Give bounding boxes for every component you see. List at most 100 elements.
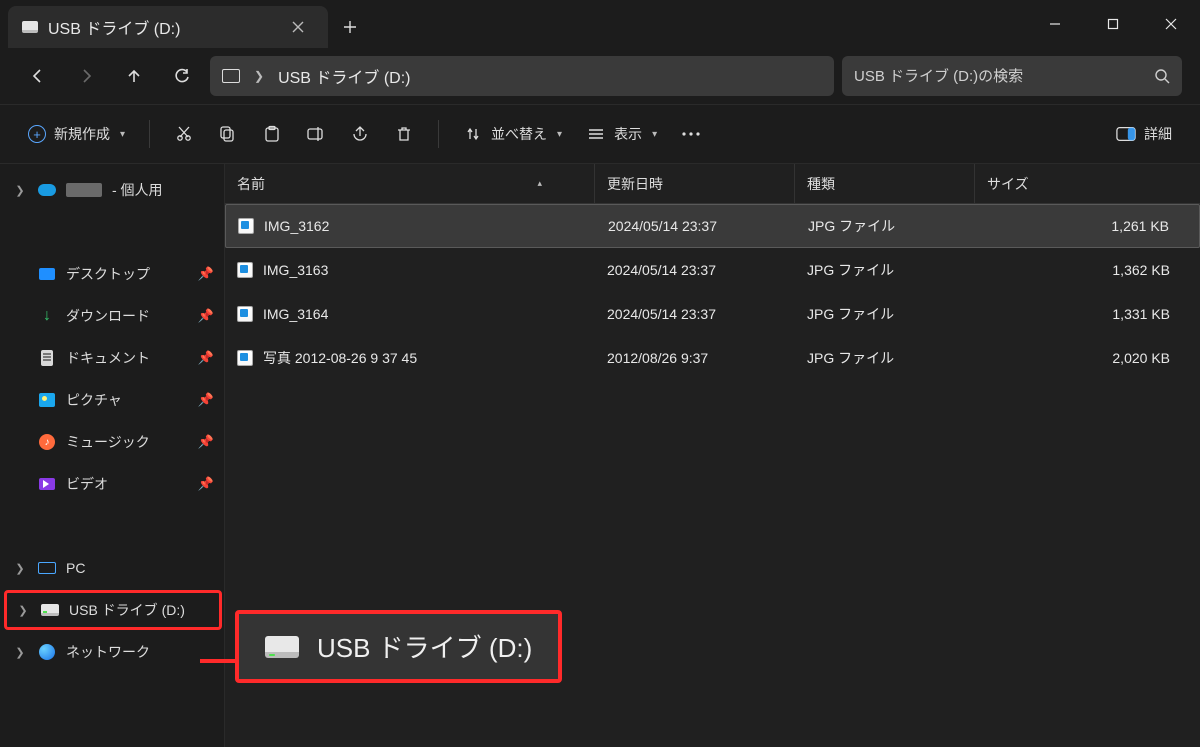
file-name: IMG_3164 bbox=[263, 306, 328, 322]
nav-row: ❯ USB ドライブ (D:) bbox=[0, 48, 1200, 104]
document-icon bbox=[38, 349, 56, 367]
chevron-down-icon: ▾ bbox=[652, 129, 657, 140]
sidebar-item-network[interactable]: ❯ ネットワーク bbox=[4, 632, 222, 672]
jpg-file-icon bbox=[237, 306, 253, 322]
view-button[interactable]: 表示 ▾ bbox=[576, 114, 667, 154]
sidebar-item-label: ドキュメント bbox=[66, 348, 150, 368]
sidebar-item-label: ミュージック bbox=[66, 432, 150, 452]
details-label: 詳細 bbox=[1144, 124, 1172, 144]
details-pane-button[interactable]: 詳細 bbox=[1106, 114, 1182, 154]
pin-icon: 📌 bbox=[198, 350, 214, 366]
pin-icon: 📌 bbox=[198, 476, 214, 492]
trash-icon bbox=[394, 124, 414, 144]
cell-modified: 2024/05/14 23:37 bbox=[596, 218, 796, 234]
close-icon bbox=[292, 21, 304, 33]
file-row[interactable]: IMG_31622024/05/14 23:37JPG ファイル1,261 KB bbox=[225, 204, 1200, 248]
new-button[interactable]: + 新規作成 ▾ bbox=[18, 114, 135, 154]
more-button[interactable] bbox=[671, 114, 711, 154]
pin-icon: 📌 bbox=[198, 392, 214, 408]
sidebar-item-pc[interactable]: ❯ PC bbox=[4, 548, 222, 588]
delete-button[interactable] bbox=[384, 114, 424, 154]
separator bbox=[149, 120, 150, 148]
file-list[interactable]: IMG_31622024/05/14 23:37JPG ファイル1,261 KB… bbox=[225, 204, 1200, 747]
search-input[interactable] bbox=[854, 68, 1144, 85]
sidebar-item-documents[interactable]: ドキュメント 📌 bbox=[4, 338, 222, 378]
rename-button[interactable] bbox=[296, 114, 336, 154]
cell-size: 1,261 KB bbox=[976, 218, 1199, 234]
cell-size: 1,331 KB bbox=[975, 306, 1200, 322]
close-window-button[interactable] bbox=[1142, 0, 1200, 48]
cell-type: JPG ファイル bbox=[796, 216, 976, 236]
toolbar: + 新規作成 ▾ 並べ替え ▾ 表示 ▾ 詳細 bbox=[0, 104, 1200, 164]
plus-icon bbox=[343, 20, 357, 34]
chevron-right-icon: ❯ bbox=[12, 562, 28, 575]
pin-icon: 📌 bbox=[198, 308, 214, 324]
sidebar-item-pictures[interactable]: ピクチャ 📌 bbox=[4, 380, 222, 420]
cell-modified: 2024/05/14 23:37 bbox=[595, 306, 795, 322]
sidebar-item-music[interactable]: ♪ ミュージック 📌 bbox=[4, 422, 222, 462]
refresh-button[interactable] bbox=[162, 56, 202, 96]
file-row[interactable]: 写真 2012-08-26 9 37 452012/08/26 9:37JPG … bbox=[225, 336, 1200, 380]
view-icon bbox=[586, 124, 606, 144]
cell-name: IMG_3162 bbox=[226, 218, 596, 234]
close-icon bbox=[1165, 18, 1177, 30]
cell-modified: 2024/05/14 23:37 bbox=[595, 262, 795, 278]
paste-button[interactable] bbox=[252, 114, 292, 154]
forward-button[interactable] bbox=[66, 56, 106, 96]
new-label: 新規作成 bbox=[54, 124, 110, 144]
sidebar-item-label: ネットワーク bbox=[66, 642, 150, 662]
search-box[interactable] bbox=[842, 56, 1182, 96]
file-row[interactable]: IMG_3163 2024/05/14 23:37JPG ファイル1,362 KB bbox=[225, 248, 1200, 292]
tab-current[interactable]: USB ドライブ (D:) bbox=[8, 6, 328, 48]
jpg-file-icon bbox=[237, 350, 253, 366]
pin-icon: 📌 bbox=[198, 434, 214, 450]
copy-button[interactable] bbox=[208, 114, 248, 154]
chevron-right-icon: ❯ bbox=[12, 184, 28, 197]
sort-button[interactable]: 並べ替え ▾ bbox=[453, 114, 572, 154]
tab-close-button[interactable] bbox=[282, 11, 314, 43]
col-type[interactable]: 種類 bbox=[795, 164, 975, 203]
music-icon: ♪ bbox=[38, 433, 56, 451]
col-size[interactable]: サイズ bbox=[975, 164, 1200, 203]
pictures-icon bbox=[38, 391, 56, 409]
sidebar-item-usb-drive[interactable]: ❯ USB ドライブ (D:) bbox=[4, 590, 222, 630]
breadcrumb-label: USB ドライブ (D:) bbox=[278, 64, 410, 88]
jpg-file-icon bbox=[238, 218, 254, 234]
chevron-right-icon: ❯ bbox=[254, 69, 264, 83]
file-name: IMG_3163 bbox=[263, 262, 328, 278]
video-icon bbox=[38, 475, 56, 493]
jpg-file-icon bbox=[237, 262, 253, 278]
sort-icon bbox=[463, 124, 483, 144]
sidebar-item-onedrive[interactable]: ❯ - 個人用 bbox=[4, 170, 222, 210]
cut-button[interactable] bbox=[164, 114, 204, 154]
redacted-name bbox=[66, 183, 102, 197]
sidebar-item-desktop[interactable]: デスクトップ 📌 bbox=[4, 254, 222, 294]
up-button[interactable] bbox=[114, 56, 154, 96]
arrow-up-icon bbox=[125, 67, 143, 85]
sidebar-item-label: ピクチャ bbox=[66, 390, 122, 410]
drive-icon bbox=[41, 601, 59, 619]
sidebar-item-videos[interactable]: ビデオ 📌 bbox=[4, 464, 222, 504]
maximize-button[interactable] bbox=[1084, 0, 1142, 48]
desktop-icon bbox=[38, 265, 56, 283]
titlebar: USB ドライブ (D:) bbox=[0, 0, 1200, 48]
pc-icon bbox=[38, 559, 56, 577]
breadcrumb-segment[interactable]: USB ドライブ (D:) bbox=[278, 64, 410, 88]
back-button[interactable] bbox=[18, 56, 58, 96]
copy-icon bbox=[218, 124, 238, 144]
file-row[interactable]: IMG_31642024/05/14 23:37JPG ファイル1,331 KB bbox=[225, 292, 1200, 336]
cell-size: 1,362 KB bbox=[975, 262, 1200, 278]
cell-type: JPG ファイル bbox=[795, 260, 975, 280]
titlebar-drag[interactable] bbox=[372, 0, 1026, 48]
address-bar[interactable]: ❯ USB ドライブ (D:) bbox=[210, 56, 834, 96]
sidebar-item-label: USB ドライブ (D:) bbox=[69, 600, 185, 620]
new-tab-button[interactable] bbox=[328, 6, 372, 48]
content-area: 名前 ▴ 更新日時 種類 サイズ IMG_31622024/05/14 23:3… bbox=[225, 164, 1200, 747]
minimize-button[interactable] bbox=[1026, 0, 1084, 48]
col-modified[interactable]: 更新日時 bbox=[595, 164, 795, 203]
details-pane-icon bbox=[1116, 124, 1136, 144]
sidebar-item-downloads[interactable]: ↓ ダウンロード 📌 bbox=[4, 296, 222, 336]
paste-icon bbox=[262, 124, 282, 144]
col-name[interactable]: 名前 ▴ bbox=[225, 164, 595, 203]
share-button[interactable] bbox=[340, 114, 380, 154]
